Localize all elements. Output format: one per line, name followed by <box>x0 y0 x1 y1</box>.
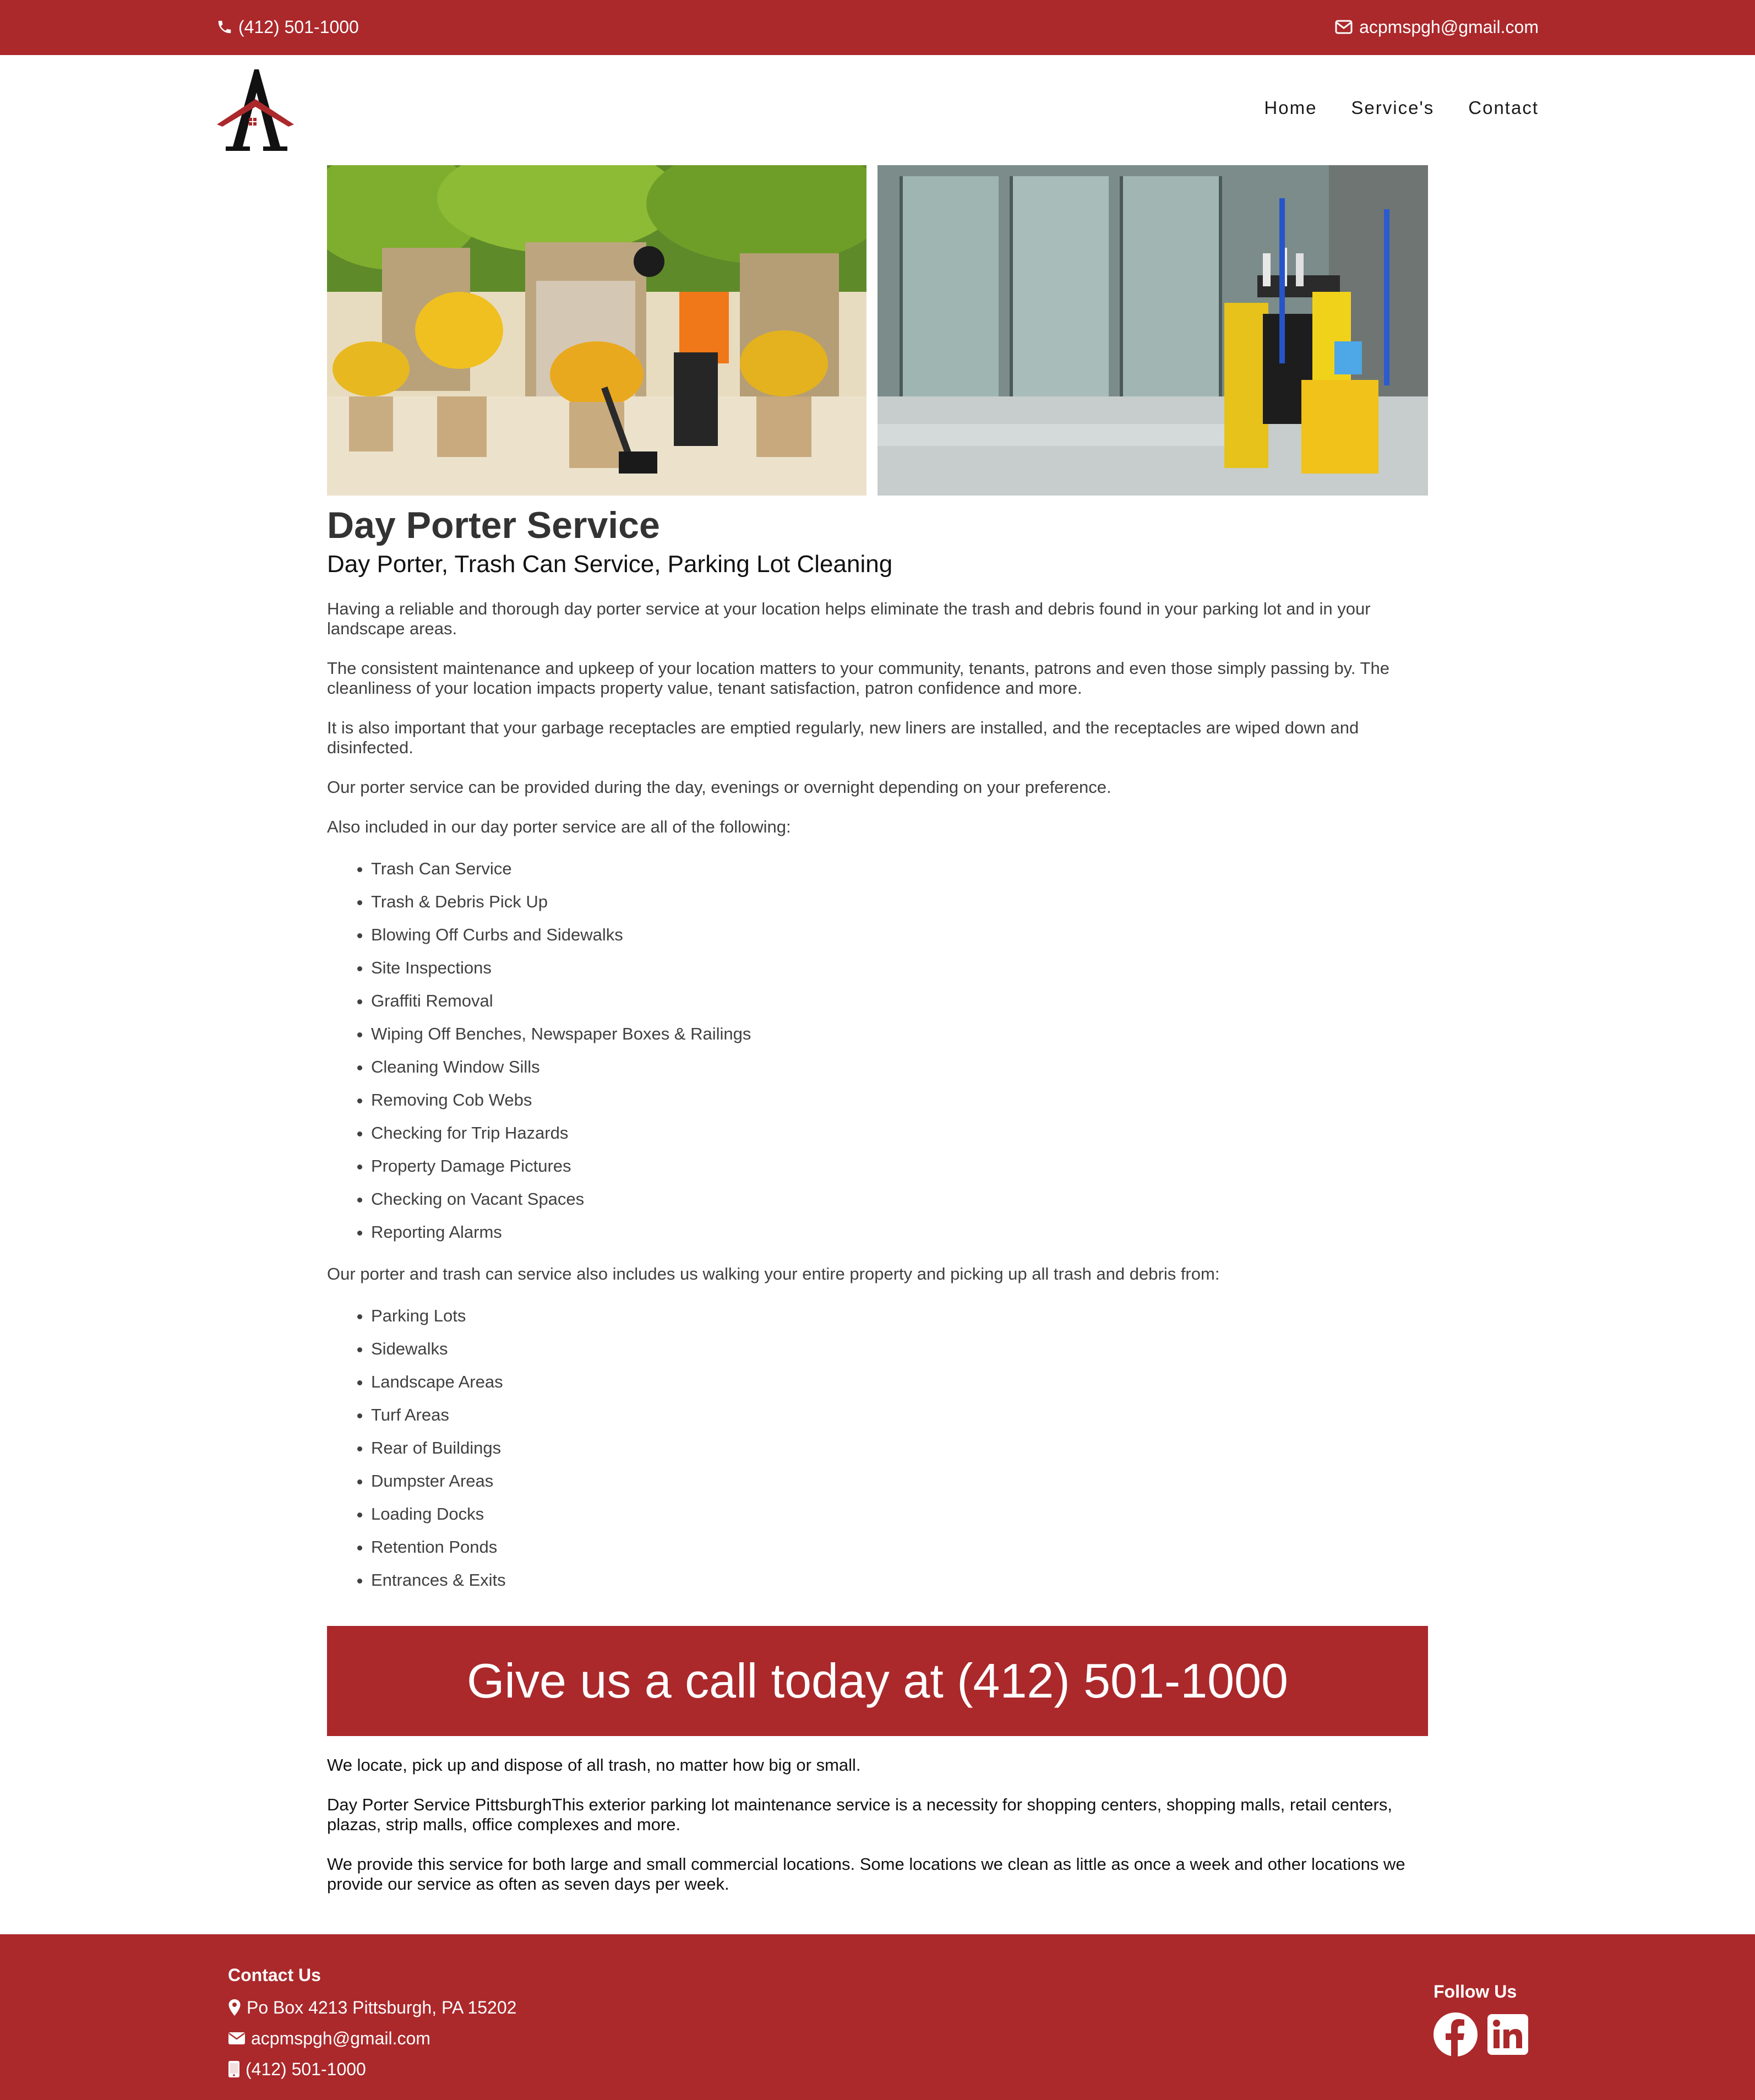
necessity-paragraph: Day Porter Service PittsburghThis exteri… <box>327 1795 1392 1834</box>
list-item: Entrances & Exits <box>371 1570 1428 1590</box>
page-title: Day Porter Service <box>327 504 660 546</box>
list-item: Landscape Areas <box>371 1372 1428 1392</box>
list-item: Retention Ponds <box>371 1537 1428 1557</box>
mobile-phone-icon <box>228 2061 239 2077</box>
list-item: Wiping Off Benches, Newspaper Boxes & Ra… <box>371 1024 1428 1044</box>
list-item: Checking on Vacant Spaces <box>371 1189 1428 1209</box>
list-item: Checking for Trip Hazards <box>371 1123 1428 1143</box>
list-item: Parking Lots <box>371 1306 1428 1326</box>
list-item: Graffiti Removal <box>371 991 1428 1011</box>
topbar-phone-text: (412) 501-1000 <box>238 17 359 37</box>
list-item: Trash & Debris Pick Up <box>371 892 1428 912</box>
list-item: Dumpster Areas <box>371 1471 1428 1491</box>
frequency-paragraph: We provide this service for both large a… <box>327 1854 1405 1894</box>
included-paragraph: Also included in our day porter service … <box>327 817 791 836</box>
included-services-list: Trash Can Service Trash & Debris Pick Up… <box>327 859 1428 1242</box>
phone-icon <box>218 20 231 34</box>
list-item: Site Inspections <box>371 958 1428 978</box>
dispose-paragraph: We locate, pick up and dispose of all tr… <box>327 1755 861 1775</box>
envelope-icon <box>228 2032 245 2044</box>
envelope-icon <box>1335 20 1353 34</box>
footer-phone-link[interactable]: (412) 501-1000 <box>228 2058 516 2081</box>
porter-sweeping-fountain-photo <box>327 165 866 496</box>
nav-services[interactable]: Service's <box>1351 95 1434 121</box>
pickup-areas-list: Parking Lots Sidewalks Landscape Areas T… <box>327 1306 1428 1590</box>
footer-phone-text: (412) 501-1000 <box>246 2059 366 2079</box>
topbar-email-text: acpmspgh@gmail.com <box>1359 17 1539 37</box>
top-contact-bar: (412) 501-1000 acpmspgh@gmail.com <box>0 0 1755 55</box>
nav-home[interactable]: Home <box>1264 95 1317 121</box>
nav-contact[interactable]: Contact <box>1468 95 1539 121</box>
page-subtitle: Day Porter, Trash Can Service, Parking L… <box>327 551 893 578</box>
list-item: Turf Areas <box>371 1405 1428 1425</box>
intro-paragraph: Having a reliable and thorough day porte… <box>327 599 1371 638</box>
schedule-paragraph: Our porter service can be provided durin… <box>327 777 1111 797</box>
list-item: Sidewalks <box>371 1339 1428 1359</box>
main-content: Day Porter Service Day Porter, Trash Can… <box>327 502 1428 1590</box>
footer-contact-title: Contact Us <box>228 1965 321 1985</box>
facebook-icon[interactable] <box>1434 2012 1478 2057</box>
linkedin-icon[interactable] <box>1487 2014 1528 2055</box>
footer-address: Po Box 4213 Pittsburgh, PA 15202 <box>228 1996 516 2019</box>
footer-follow: Follow Us <box>1434 1978 1528 2057</box>
list-item: Blowing Off Curbs and Sidewalks <box>371 925 1428 945</box>
call-to-action-banner[interactable]: Give us a call today at (412) 501-1000 <box>327 1626 1428 1736</box>
list-item: Reporting Alarms <box>371 1222 1428 1242</box>
footer-contact: Contact Us Po Box 4213 Pittsburgh, PA 15… <box>228 1962 516 2088</box>
footer-follow-title: Follow Us <box>1434 1982 1517 2001</box>
list-item: Rear of Buildings <box>371 1438 1428 1458</box>
site-footer: Contact Us Po Box 4213 Pittsburgh, PA 15… <box>0 1934 1755 2100</box>
janitorial-cart-lobby-photo <box>878 165 1428 496</box>
topbar-email-link[interactable]: acpmspgh@gmail.com <box>1335 14 1539 40</box>
list-item: Trash Can Service <box>371 859 1428 879</box>
house-logo[interactable] <box>216 65 295 153</box>
map-pin-icon <box>228 1999 241 2016</box>
closing-content: We locate, pick up and dispose of all tr… <box>327 1755 1428 1894</box>
main-nav: Home Service's Contact <box>1264 95 1539 121</box>
receptacles-paragraph: It is also important that your garbage r… <box>327 718 1359 757</box>
footer-email-text: acpmspgh@gmail.com <box>251 2028 430 2048</box>
list-item: Cleaning Window Sills <box>371 1057 1428 1077</box>
topbar-phone-link[interactable]: (412) 501-1000 <box>216 14 359 40</box>
maintenance-paragraph: The consistent maintenance and upkeep of… <box>327 659 1389 698</box>
footer-email-link[interactable]: acpmspgh@gmail.com <box>228 2027 516 2050</box>
social-links <box>1434 2012 1528 2057</box>
footer-address-text: Po Box 4213 Pittsburgh, PA 15202 <box>247 1998 517 2017</box>
list-item: Removing Cob Webs <box>371 1090 1428 1110</box>
cta-text: Give us a call today at (412) 501-1000 <box>466 1653 1288 1708</box>
list-item: Loading Docks <box>371 1504 1428 1524</box>
property-walk-paragraph: Our porter and trash can service also in… <box>327 1264 1220 1283</box>
list-item: Property Damage Pictures <box>371 1156 1428 1176</box>
